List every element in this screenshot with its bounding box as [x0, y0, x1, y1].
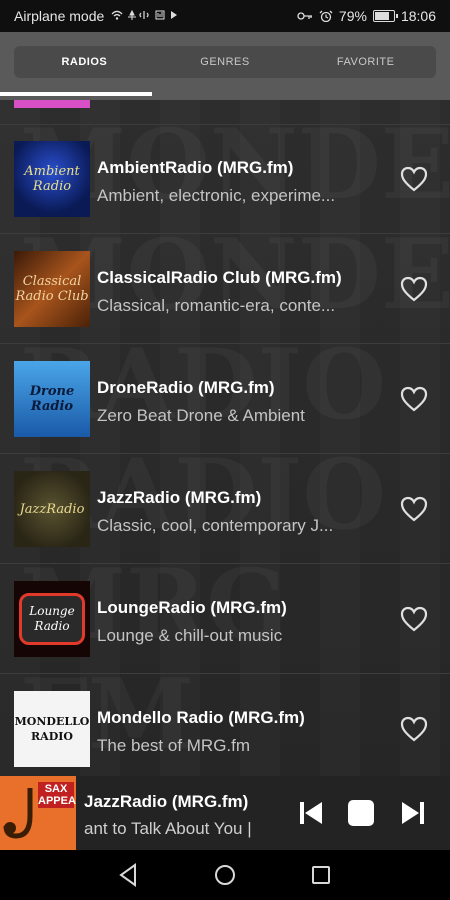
station-subtitle: Zero Beat Drone & Ambient [97, 406, 305, 425]
recents-icon[interactable] [308, 862, 334, 888]
station-title: Mondello Radio (MRG.fm) [97, 708, 305, 727]
favorite-heart-icon[interactable] [400, 716, 428, 742]
station-subtitle: Classical, romantic-era, conte... [97, 296, 336, 315]
stop-icon[interactable] [346, 798, 376, 828]
station-title: DroneRadio (MRG.fm) [97, 378, 275, 397]
key-icon [297, 12, 312, 20]
tab-favorite[interactable]: FAVORITE [295, 46, 436, 78]
tab-genres[interactable]: GENRES [155, 46, 296, 78]
battery-icon [372, 10, 398, 22]
favorite-heart-icon[interactable] [400, 166, 428, 192]
artwork-caption: SAX APPEAL [38, 782, 76, 808]
station-logo-partial [14, 100, 90, 108]
favorite-heart-icon[interactable] [400, 606, 428, 632]
station-logo-jazz: JazzRadio [14, 471, 90, 547]
now-playing-track: ant to Talk About You | [84, 819, 252, 838]
station-logo-mondello: MONDELLO RADIO [14, 691, 90, 767]
previous-track-icon[interactable] [296, 798, 326, 828]
tab-strip: RADIOS GENRES FAVORITE [14, 46, 436, 78]
station-row-ambient[interactable]: Ambient Radio AmbientRadio (MRG.fm) Ambi… [0, 124, 450, 234]
lounge-logo-frame: Lounge Radio [19, 593, 85, 645]
next-track-icon[interactable] [398, 798, 428, 828]
clock: 18:06 [400, 8, 436, 24]
artwork-text: SAX APPEAL [38, 783, 76, 807]
now-playing-bar[interactable]: SAX APPEAL JazzRadio (MRG.fm) ant to Tal… [0, 776, 450, 850]
station-subtitle: Ambient, electronic, experime... [97, 186, 336, 205]
station-title: LoungeRadio (MRG.fm) [97, 598, 287, 617]
list-item-partial[interactable] [0, 100, 450, 125]
status-bar: Airplane mode 79% 18:06 [0, 0, 450, 32]
active-tab-indicator [0, 92, 152, 96]
station-logo-text: Drone Radio [29, 384, 75, 414]
station-list[interactable]: MONDELLOMONDELLORADIORADIOMRGFM Ambient … [0, 100, 450, 776]
station-title: ClassicalRadio Club (MRG.fm) [97, 268, 342, 287]
station-logo-drone: Drone Radio [14, 361, 90, 437]
station-logo-text: Classical Radio Club [15, 274, 89, 304]
station-logo-classical: Classical Radio Club [14, 251, 90, 327]
alarm-icon [319, 10, 333, 22]
station-title: AmbientRadio (MRG.fm) [97, 158, 294, 177]
tab-radios[interactable]: RADIOS [14, 46, 155, 78]
station-row-drone[interactable]: Drone Radio DroneRadio (MRG.fm) Zero Bea… [0, 344, 450, 454]
notification-icons [110, 9, 180, 24]
now-playing-artwork: SAX APPEAL [0, 776, 76, 850]
station-logo-text: Ambient Radio [24, 164, 80, 194]
station-subtitle: Classic, cool, contemporary J... [97, 516, 334, 535]
saxophone-icon [3, 788, 33, 839]
home-icon[interactable] [212, 862, 238, 888]
station-logo-text: Lounge Radio [29, 604, 75, 633]
now-playing-title: JazzRadio (MRG.fm) [84, 792, 249, 811]
station-logo-text: MONDELLO RADIO [14, 715, 90, 743]
status-icons-group [111, 9, 178, 20]
favorite-heart-icon[interactable] [400, 276, 428, 302]
station-logo-ambient: Ambient Radio [14, 141, 90, 217]
back-icon[interactable] [115, 862, 141, 888]
station-subtitle: The best of MRG.fm [97, 736, 251, 755]
tab-bar: RADIOS GENRES FAVORITE [0, 32, 450, 100]
system-navigation-bar [0, 850, 450, 900]
station-row-jazz[interactable]: JazzRadio JazzRadio (MRG.fm) Classic, co… [0, 454, 450, 564]
favorite-heart-icon[interactable] [400, 496, 428, 522]
battery-percent: 79% [338, 8, 367, 24]
station-row-mondello[interactable]: MONDELLO RADIO Mondello Radio (MRG.fm) T… [0, 674, 450, 776]
favorite-heart-icon[interactable] [400, 386, 428, 412]
station-title: JazzRadio (MRG.fm) [97, 488, 262, 507]
station-subtitle: Lounge & chill-out music [97, 626, 283, 645]
station-logo-lounge: Lounge Radio [14, 581, 90, 657]
station-logo-text: JazzRadio [19, 501, 85, 517]
station-row-lounge[interactable]: Lounge Radio LoungeRadio (MRG.fm) Lounge… [0, 564, 450, 674]
carrier-label: Airplane mode [14, 8, 105, 24]
station-row-classical[interactable]: Classical Radio Club ClassicalRadio Club… [0, 234, 450, 344]
